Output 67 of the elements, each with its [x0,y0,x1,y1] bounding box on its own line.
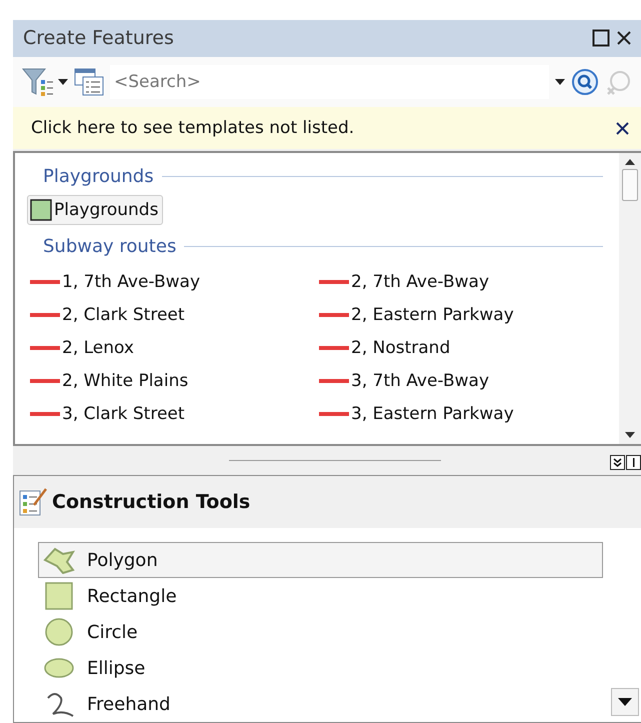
caret-icon [58,78,68,85]
rectangle-tool-icon [43,582,75,610]
template-item[interactable]: 3, Eastern Parkway [316,397,519,430]
template-label: 2, Lenox [62,338,134,358]
template-item[interactable]: 2, Lenox [27,331,139,364]
template-label: 3, Eastern Parkway [351,404,514,424]
filter-dropdown-button[interactable] [21,66,68,98]
scroll-up-icon[interactable] [625,159,635,166]
tool-label: Ellipse [87,658,146,678]
template-item[interactable]: 3, Clark Street [27,397,190,430]
tool-label: Circle [87,622,138,642]
template-item[interactable]: 2, Eastern Parkway [316,298,519,332]
tool-label: Rectangle [87,586,177,606]
group-heading: Playgrounds [43,166,154,187]
window-title: Create Features [23,27,175,50]
template-label: Playgrounds [54,200,158,220]
tool-label: Freehand [87,694,170,714]
table-view-button[interactable] [74,68,104,96]
line-symbol-icon [30,312,60,317]
line-symbol-icon [30,346,60,350]
template-item[interactable]: 2, Nostrand [316,331,456,364]
template-label: 2, Clark Street [62,304,185,325]
construction-tool-item[interactable]: Polygon [38,542,603,578]
search-field[interactable]: <Search> [110,64,549,99]
line-symbol-icon [319,346,349,350]
line-symbol-icon [319,280,349,284]
caret-icon [618,698,632,706]
double-chevron-icon [613,458,622,468]
group-heading: Subway routes [43,236,176,257]
scroll-down-button[interactable] [611,688,639,716]
polygon-tool-icon [43,546,75,574]
construction-tools-icon [18,487,48,517]
template-label: 2, White Plains [62,370,188,391]
bar-icon [632,458,635,468]
line-symbol-icon [30,378,60,383]
circle-tool-icon [43,618,75,646]
template-label: 3, 7th Ave-Bway [351,370,490,391]
template-item[interactable]: 3, 7th Ave-Bway [316,364,494,398]
template-label: 2, 7th Ave-Bway [351,272,490,292]
search-button[interactable] [571,68,599,96]
section-title: Construction Tools [52,491,250,513]
tool-label: Polygon [87,550,158,570]
line-symbol-icon [319,412,349,416]
construction-tool-item[interactable]: Rectangle [38,578,603,614]
template-item[interactable]: 2, 7th Ave-Bway [316,265,494,298]
template-label: 3, Clark Street [62,404,185,424]
scroll-down-icon[interactable] [625,432,635,438]
line-symbol-icon [319,312,349,317]
construction-tool-item[interactable]: Freehand [38,686,603,722]
collapse-button[interactable] [610,455,625,470]
line-symbol-icon [319,378,349,383]
template-item[interactable]: Playgrounds [27,195,164,226]
scroll-thumb[interactable] [622,169,638,202]
line-symbol-icon [30,412,60,416]
polygon-symbol-icon [30,199,52,222]
template-label: 2, Nostrand [351,338,450,358]
line-symbol-icon [30,280,60,284]
template-label: 1, 7th Ave-Bway [62,272,200,292]
construction-tool-item[interactable]: Circle [38,614,603,650]
pane-button[interactable] [626,455,641,470]
template-item[interactable]: 1, 7th Ave-Bway [27,265,206,298]
template-item[interactable]: 2, White Plains [27,364,194,398]
construction-tool-item[interactable]: Ellipse [38,650,603,686]
template-label: 2, Eastern Parkway [351,304,514,325]
ellipse-tool-icon [43,657,75,679]
search-dropdown-button[interactable] [555,78,565,85]
template-item[interactable]: 2, Clark Street [27,298,190,332]
